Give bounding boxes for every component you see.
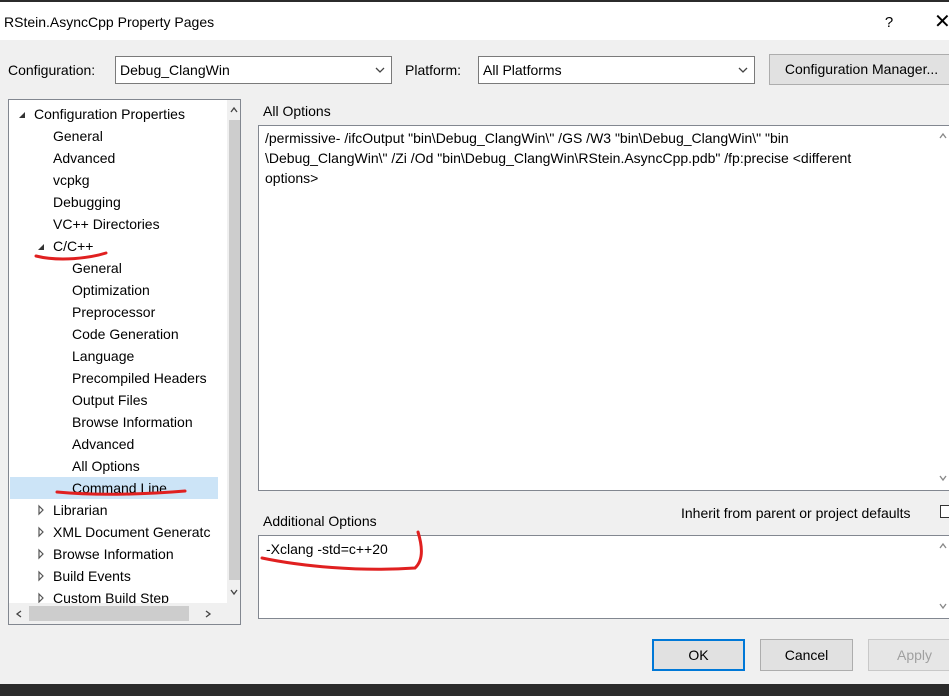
tree-item-label: Advanced (72, 436, 135, 452)
scroll-right-icon[interactable] (204, 610, 212, 618)
tree-item[interactable]: VC++ Directories (9, 213, 227, 235)
collapsed-arrow-icon[interactable] (36, 565, 46, 587)
configuration-value: Debug_ClangWin (120, 62, 230, 78)
tree-item-label: Language (72, 348, 135, 364)
tree-hscroll-thumb[interactable] (29, 606, 189, 621)
tree-item[interactable]: Precompiled Headers (9, 367, 227, 389)
tree-item-label: Debugging (53, 194, 121, 210)
tree-item-label: Code Generation (72, 326, 179, 342)
inherit-label: Inherit from parent or project defaults (681, 505, 911, 521)
tree-item-label: Browse Information (53, 546, 174, 562)
tree-item-label: XML Document Generatc (53, 524, 211, 540)
inherit-checkbox[interactable] (940, 505, 949, 518)
expanded-arrow-icon[interactable] (36, 235, 46, 257)
tree-item[interactable]: Output Files (9, 389, 227, 411)
expanded-arrow-icon[interactable] (17, 103, 27, 125)
configuration-manager-button[interactable]: Configuration Manager... (769, 54, 949, 85)
tree-item[interactable]: Librarian (9, 499, 227, 521)
all-options-textbox[interactable]: /permissive- /ifcOutput "bin\Debug_Clang… (258, 125, 949, 491)
configuration-dropdown[interactable]: Debug_ClangWin (115, 56, 392, 84)
tree-item[interactable]: Language (9, 345, 227, 367)
tree-item-label: General (53, 128, 103, 144)
scroll-down-icon[interactable] (230, 588, 238, 596)
tree-item-label: Build Events (53, 568, 131, 584)
tree-item[interactable]: Configuration Properties (9, 103, 227, 125)
platform-dropdown[interactable]: All Platforms (478, 56, 755, 84)
tree-item[interactable]: Optimization (9, 279, 227, 301)
scroll-down-icon[interactable] (939, 474, 947, 482)
tree-item-label: Browse Information (72, 414, 193, 430)
tree-item[interactable]: Browse Information (9, 543, 227, 565)
platform-value: All Platforms (483, 62, 562, 78)
tree-horizontal-scrollbar[interactable] (9, 603, 240, 624)
tree-item-label: Librarian (53, 502, 108, 518)
tree-item-label: Configuration Properties (34, 106, 185, 122)
tree-item-label: Preprocessor (72, 304, 156, 320)
tree-item-label: VC++ Directories (53, 216, 160, 232)
collapsed-arrow-icon[interactable] (36, 499, 46, 521)
tree-item-label: All Options (72, 458, 140, 474)
tree-item[interactable]: Debugging (9, 191, 227, 213)
title-bar: RStein.AsyncCpp Property Pages ? ✕ (0, 0, 949, 40)
tree-item-label: Optimization (72, 282, 150, 298)
ok-button[interactable]: OK (652, 639, 745, 671)
cancel-button[interactable]: Cancel (760, 639, 853, 671)
additional-options-textbox[interactable]: -Xclang -std=c++20 (258, 535, 949, 619)
scroll-up-icon[interactable] (939, 542, 947, 550)
scroll-down-icon[interactable] (939, 602, 947, 610)
tree-scroll-thumb[interactable] (229, 120, 240, 580)
help-button[interactable]: ? (878, 12, 900, 34)
tree-item[interactable]: Code Generation (9, 323, 227, 345)
tree-item-label: vcpkg (53, 172, 90, 188)
tree-item-label: Advanced (53, 150, 116, 166)
tree-item[interactable]: Preprocessor (9, 301, 227, 323)
all-options-label: All Options (263, 103, 331, 119)
all-options-text: /permissive- /ifcOutput "bin\Debug_Clang… (265, 130, 852, 186)
window-title: RStein.AsyncCpp Property Pages (4, 14, 215, 30)
additional-options-text: -Xclang -std=c++20 (266, 541, 388, 557)
tree-item[interactable]: Advanced (9, 433, 227, 455)
tree-item-label: Output Files (72, 392, 148, 408)
collapsed-arrow-icon[interactable] (36, 521, 46, 543)
property-tree[interactable]: Configuration Properties General Advanced v… (8, 99, 241, 625)
configuration-label: Configuration: (8, 62, 96, 78)
tree-item[interactable]: XML Document Generatc (9, 521, 227, 543)
taskbar-edge (0, 684, 949, 696)
collapsed-arrow-icon[interactable] (36, 543, 46, 565)
tree-item-label: Precompiled Headers (72, 370, 207, 386)
tree-item[interactable]: Advanced (9, 147, 227, 169)
scroll-left-icon[interactable] (15, 610, 23, 618)
tree-item[interactable]: Browse Information (9, 411, 227, 433)
additional-options-label: Additional Options (263, 513, 377, 529)
tree-item[interactable]: All Options (9, 455, 227, 477)
tree-item[interactable]: C/C++ (9, 235, 227, 257)
chevron-down-icon (738, 67, 748, 73)
tree-item-label: General (72, 260, 122, 276)
chevron-down-icon (375, 67, 385, 73)
tree-item[interactable]: Build Events (9, 565, 227, 587)
tree-item[interactable]: General (9, 257, 227, 279)
scroll-up-icon[interactable] (230, 106, 238, 114)
close-icon[interactable]: ✕ (934, 10, 949, 34)
tree-item[interactable]: Command Line (10, 477, 218, 499)
scroll-up-icon[interactable] (939, 132, 947, 140)
tree-item-label: C/C++ (53, 238, 94, 254)
tree-vertical-scrollbar[interactable] (227, 100, 240, 603)
platform-label: Platform: (405, 62, 462, 78)
apply-button[interactable]: Apply (868, 639, 949, 671)
tree-item[interactable]: vcpkg (9, 169, 227, 191)
tree-item-label: Command Line (72, 480, 167, 496)
tree-item[interactable]: General (9, 125, 227, 147)
